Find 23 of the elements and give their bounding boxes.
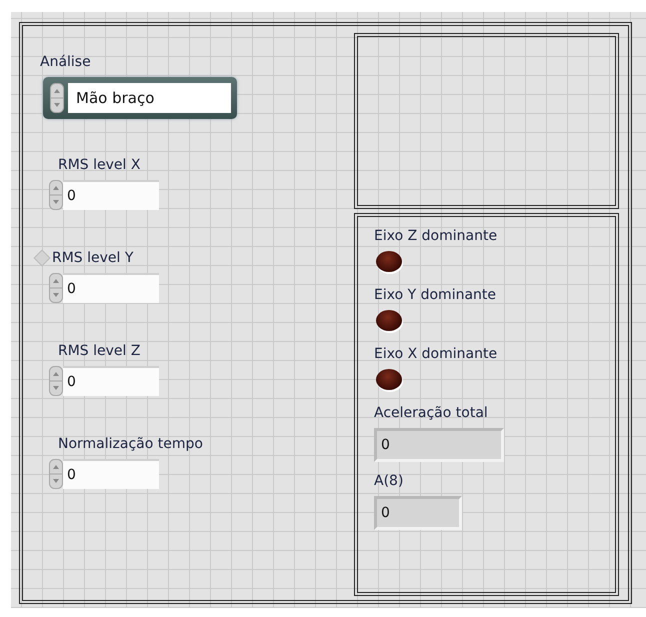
spinner-buttons[interactable]	[50, 83, 64, 113]
indicator-label: Aceleração total	[374, 404, 489, 422]
spinner-buttons[interactable]	[49, 366, 63, 396]
ring-value-field[interactable]: Mão braço	[68, 83, 231, 113]
numeric-field[interactable]: 0	[63, 273, 159, 303]
control-label: Normalização tempo	[58, 435, 203, 453]
ring-control[interactable]: Mão braço	[43, 77, 237, 119]
indicator-label: Eixo Z dominante	[374, 227, 498, 245]
numeric-field[interactable]: 0	[63, 180, 159, 210]
numeric-field[interactable]: 0	[63, 366, 159, 396]
numeric-indicator: 0	[374, 428, 504, 462]
indicator-label: A(8)	[374, 472, 404, 490]
control-label: RMS level Y	[52, 249, 134, 267]
indicator-label: Eixo X dominante	[374, 345, 498, 363]
control-label: RMS level Z	[58, 342, 140, 360]
spinner-buttons[interactable]	[49, 180, 63, 210]
numeric-indicator: 0	[374, 496, 462, 530]
numeric-field[interactable]: 0	[63, 459, 159, 489]
spinner-buttons[interactable]	[49, 459, 63, 489]
control-label: Análise	[40, 53, 92, 71]
spinner-buttons[interactable]	[49, 273, 63, 303]
control-label: RMS level X	[58, 156, 140, 174]
indicator-label: Eixo Y dominante	[374, 286, 498, 304]
